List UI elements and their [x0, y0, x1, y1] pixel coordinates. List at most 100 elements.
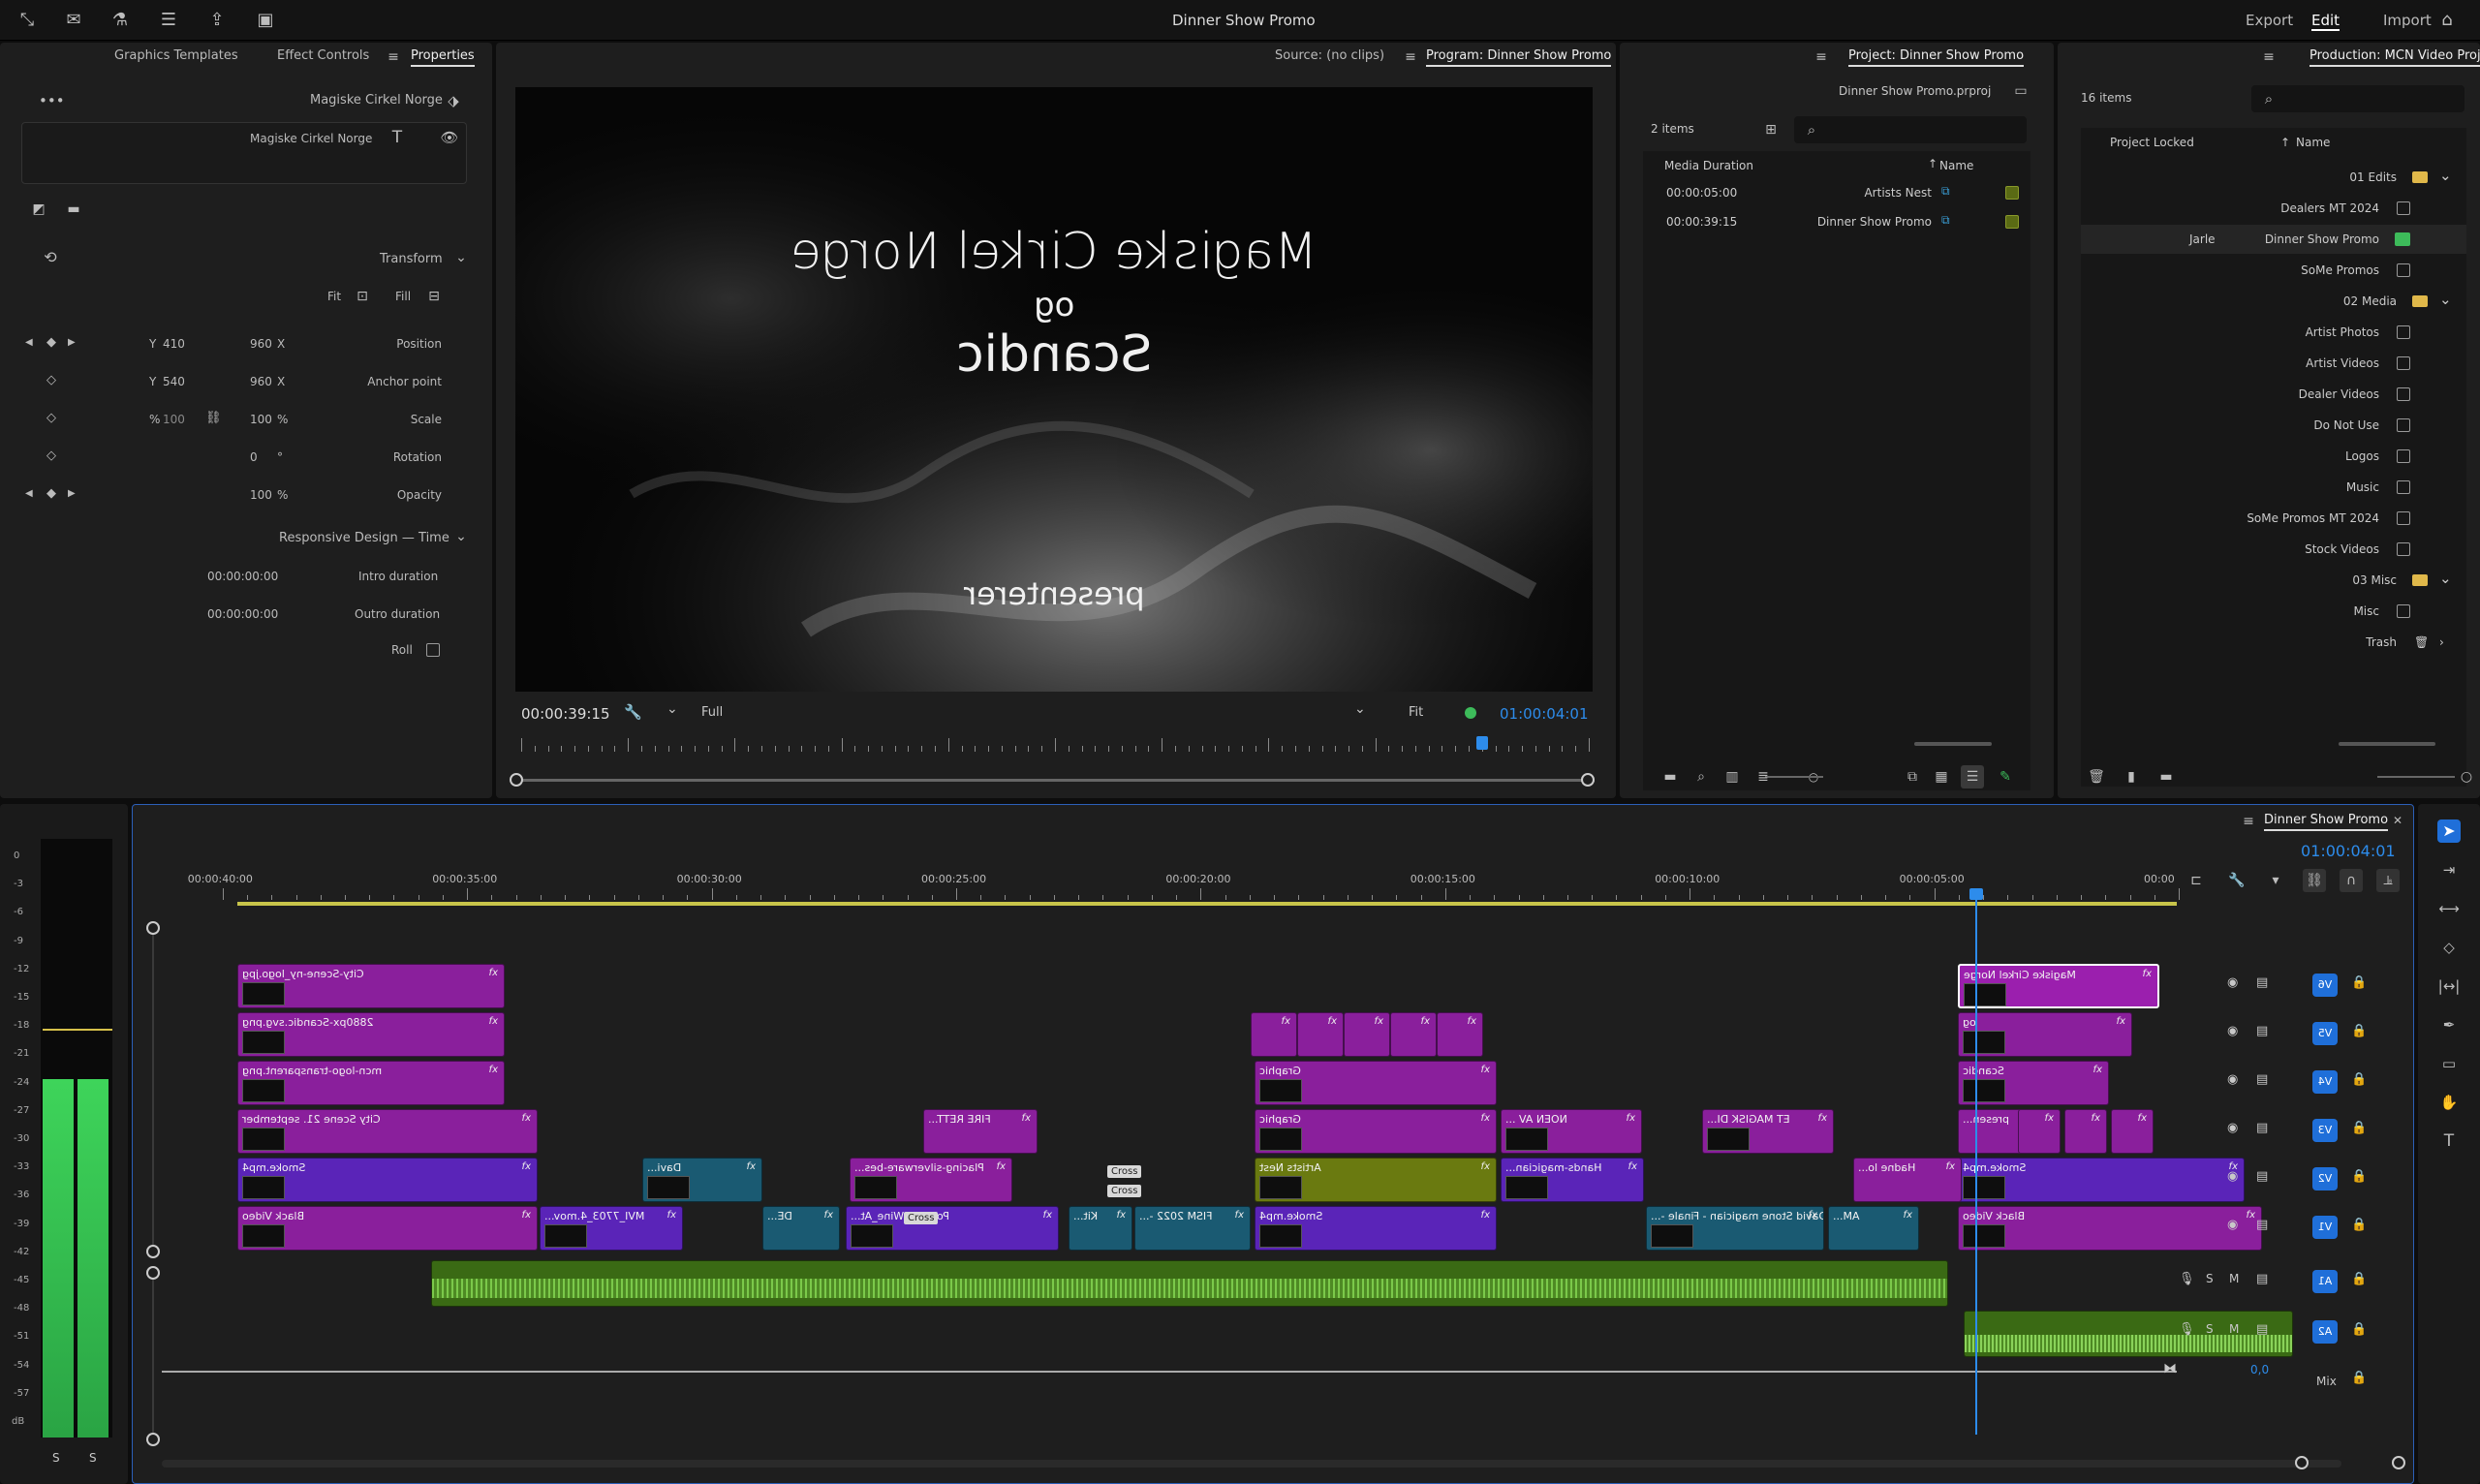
sort-icon[interactable]: ≣	[1752, 765, 1775, 788]
v-scroll-handle[interactable]	[146, 921, 160, 935]
timeline-clip[interactable]: David Stone magician - Finale -... fx	[1646, 1206, 1824, 1251]
property-value[interactable]: 0	[250, 450, 258, 464]
fx-badge[interactable]: fx	[2092, 1113, 2100, 1124]
mix-value[interactable]: 0,0	[2250, 1363, 2269, 1376]
share-icon[interactable]: ⇪	[205, 9, 229, 32]
delete-icon[interactable]: 🗑	[2085, 765, 2108, 788]
film-icon[interactable]: ▤	[2256, 1024, 2268, 1038]
snap-icon[interactable]: ⫡	[2376, 869, 2400, 892]
roll-checkbox[interactable]	[426, 643, 440, 657]
wrench-icon[interactable]: 🔧	[2225, 869, 2248, 892]
monitor-ruler[interactable]	[521, 736, 1590, 756]
tree-item-label[interactable]: Dealer Videos	[2299, 387, 2379, 401]
audio-clip[interactable]	[1964, 1311, 2293, 1357]
property-value[interactable]: 960	[250, 337, 272, 351]
property-value[interactable]: 100	[250, 488, 272, 502]
track-target[interactable]: V6	[2312, 974, 2338, 997]
fx-badge[interactable]: fx	[2093, 1065, 2102, 1075]
eye-icon[interactable]: ◉	[2227, 1072, 2238, 1087]
lock-icon[interactable]: 🔒	[2351, 975, 2367, 990]
tree-item-label[interactable]: Artist Videos	[2306, 356, 2379, 370]
fx-badge[interactable]: fx	[2117, 1016, 2125, 1027]
playhead-head[interactable]	[1969, 888, 1983, 900]
timeline-clip[interactable]: Black Video fx	[237, 1206, 538, 1251]
film-icon[interactable]: ▤	[2256, 1272, 2268, 1286]
col-media-duration[interactable]: Media Duration	[1664, 159, 1753, 172]
film-icon[interactable]: ▤	[2256, 1322, 2268, 1337]
h-scrollbar[interactable]	[162, 1460, 2341, 1468]
home-icon[interactable]: ⌂	[2435, 9, 2459, 32]
solo-button[interactable]: S	[2206, 1322, 2214, 1336]
tree-row[interactable]	[2081, 566, 2466, 595]
timeline-clip[interactable]: DE... fx	[762, 1206, 840, 1251]
timeline-clip[interactable]: og fx	[1958, 1012, 2132, 1057]
timeline-clip[interactable]: fx	[1251, 1012, 1297, 1057]
label-color-chip[interactable]	[2005, 215, 2019, 229]
sort-arrow-icon[interactable]: ↑	[2280, 136, 2290, 149]
fx-badge[interactable]: fx	[1904, 1210, 1912, 1221]
timeline-clip[interactable]: Kit... fx	[1069, 1206, 1132, 1251]
nav-import[interactable]: Import	[2383, 12, 2432, 29]
tab-production[interactable]: Production: MCN Video Projects	[2310, 48, 2480, 67]
find-icon[interactable]: ⌕	[1690, 765, 1713, 788]
tree-item-label[interactable]: 01 Edits	[2349, 170, 2397, 184]
playhead-line[interactable]	[1975, 892, 1977, 1435]
fx-badge[interactable]: fx	[997, 1161, 1006, 1172]
eye-icon[interactable]: ◉	[2227, 1169, 2238, 1184]
fullscreen-icon[interactable]: ⤡	[16, 9, 39, 32]
keyframe-icon[interactable]: ◇	[46, 373, 56, 387]
track-target[interactable]: V5	[2312, 1022, 2338, 1045]
v-scroll-handle[interactable]	[146, 1433, 160, 1446]
tree-item-label[interactable]: Stock Videos	[2305, 542, 2379, 556]
timeline-clip[interactable]: Graphic fx	[1255, 1061, 1497, 1105]
property-value[interactable]: 960	[250, 375, 272, 388]
zoom-slider[interactable]	[2377, 776, 2455, 778]
fit-icon[interactable]: ⊡	[351, 285, 374, 308]
timeline-ruler[interactable]: 00:00 00:00:05:00 00:00:10:00 00:00:15:00 00…	[162, 873, 2180, 902]
chevron-down-icon[interactable]: ⌄	[2439, 570, 2452, 587]
prev-keyframe-icon[interactable]: ◀	[25, 337, 33, 348]
timeline-clip[interactable]: fx	[2064, 1109, 2107, 1154]
chevron-down-icon[interactable]: ⌄	[2439, 167, 2452, 184]
timeline-clip[interactable]: FIRE RETT... fx	[923, 1109, 1038, 1154]
video-frame[interactable]: Magiske Cirkel Norge og Scandic presente…	[515, 87, 1593, 692]
tab-program[interactable]: Program: Dinner Show Promo	[1426, 48, 1612, 67]
track-target[interactable]: V3	[2312, 1119, 2338, 1142]
panel-menu-icon[interactable]: ≡	[2257, 46, 2280, 69]
flask-icon[interactable]: ⚗	[108, 9, 132, 32]
tree-item-label[interactable]: Dinner Show Promo	[2265, 232, 2379, 246]
tree-item-label[interactable]: SoMe Promos	[2301, 263, 2379, 277]
prev-keyframe-icon[interactable]: ◀	[25, 488, 33, 499]
timeline-clip[interactable]: Magiske Cirkel Norge fx	[1958, 964, 2159, 1008]
timeline-clip[interactable]: Hadne lo... fx	[1853, 1158, 1962, 1202]
lock-icon[interactable]: 🔒	[2351, 1169, 2367, 1184]
tree-row[interactable]	[2081, 287, 2466, 316]
timeline-clip[interactable]: ET MAGISK DI... fx	[1702, 1109, 1834, 1154]
panel-menu-icon[interactable]: ≡	[1399, 46, 1422, 69]
mic-icon[interactable]: 🎙	[2179, 1322, 2195, 1337]
track-target[interactable]: V2	[2312, 1167, 2338, 1190]
tree-item-label[interactable]: Do Not Use	[2313, 418, 2379, 432]
v-scroll-track[interactable]	[152, 935, 154, 1245]
fx-badge[interactable]: fx	[1628, 1161, 1637, 1172]
track-target[interactable]: A1	[2312, 1270, 2338, 1293]
zoom-slider-handle[interactable]: ○	[2455, 765, 2478, 788]
tree-item-label[interactable]: Misc	[2353, 604, 2379, 618]
mute-button[interactable]: M	[2229, 1272, 2239, 1285]
new-item-icon[interactable]: ▮	[2120, 765, 2143, 788]
audio-clip[interactable]	[431, 1260, 1948, 1307]
tree-row[interactable]	[2081, 628, 2466, 657]
col-project-locked[interactable]: Project Locked	[2110, 136, 2194, 149]
timeline-clip[interactable]: fx	[1297, 1012, 1344, 1057]
tree-item-label[interactable]: Artist Photos	[2306, 325, 2379, 339]
chevron-down-icon[interactable]: ⌄	[1354, 701, 1366, 717]
property-value[interactable]: 540	[163, 375, 185, 388]
film-icon[interactable]: ▤	[2256, 1169, 2268, 1184]
timeline-clip[interactable]: Scandic fx	[1958, 1061, 2109, 1105]
fx-badge[interactable]: fx	[1235, 1210, 1244, 1221]
tab-sequence[interactable]: Dinner Show Promo	[2264, 813, 2389, 831]
search-input[interactable]: ⌕	[1794, 116, 2027, 143]
col-name[interactable]: Name	[2296, 136, 2330, 149]
next-keyframe-icon[interactable]: ▶	[68, 488, 76, 499]
scrub-handle-left[interactable]	[510, 773, 523, 787]
